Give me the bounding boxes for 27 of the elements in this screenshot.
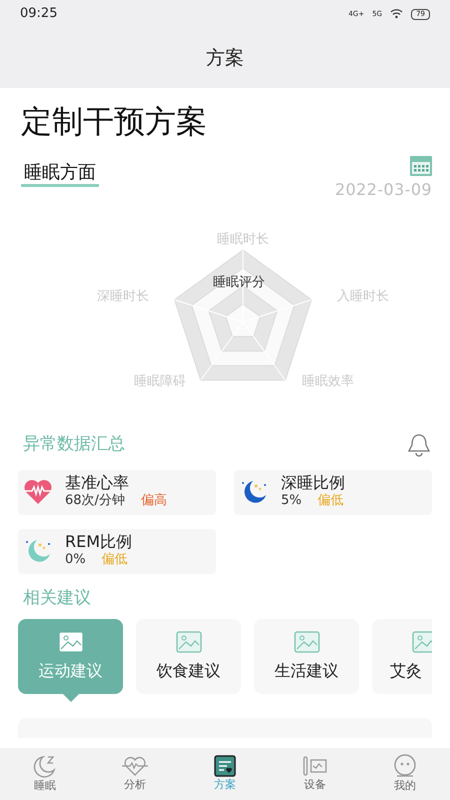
abnormal-data-card[interactable]: REM比例 0% 偏低 — [18, 528, 216, 574]
nav-tab[interactable]: 设备 — [280, 754, 350, 794]
suggestion-tab[interactable]: 生活建议 — [254, 619, 359, 694]
section-date: 2022-03-09 — [335, 179, 432, 201]
status-time: 09:25 — [20, 5, 58, 24]
metric-name: 基准心率 — [65, 474, 130, 492]
abnormal-data-card[interactable]: 深睡比例 5% 偏低 — [234, 470, 432, 514]
nav-tab[interactable]: 睡眠 — [10, 754, 80, 794]
page-title: 定制干预方案 — [20, 103, 208, 142]
section-label: 睡眠方面 — [21, 162, 99, 187]
suggestion-tab[interactable]: 饮食建议 — [136, 619, 241, 694]
radar-center-label: 睡眠评分 — [213, 274, 265, 292]
nav-tab[interactable]: 分析 — [100, 754, 170, 794]
nav-tab[interactable]: 我的 — [370, 754, 440, 794]
suggestion-tab[interactable]: 艾灸 — [372, 619, 432, 694]
section-heading: 相关建议 — [22, 586, 92, 610]
metric-value: 5% — [281, 492, 302, 510]
metric-value: 68次/分钟 — [65, 492, 125, 510]
metric-value: 0% — [65, 551, 86, 569]
abnormal-data-card[interactable]: 基准心率 68次/分钟 偏高 — [18, 470, 216, 514]
metric-name: REM比例 — [65, 533, 132, 551]
metric-name: 深睡比例 — [281, 474, 345, 492]
status-flag-label: 偏低 — [318, 492, 344, 510]
section-heading: 异常数据汇总 — [23, 433, 125, 456]
header-title: 方案 — [206, 46, 244, 71]
status-flag-label: 偏低 — [102, 551, 128, 569]
status-flag-label: 偏高 — [140, 492, 167, 510]
